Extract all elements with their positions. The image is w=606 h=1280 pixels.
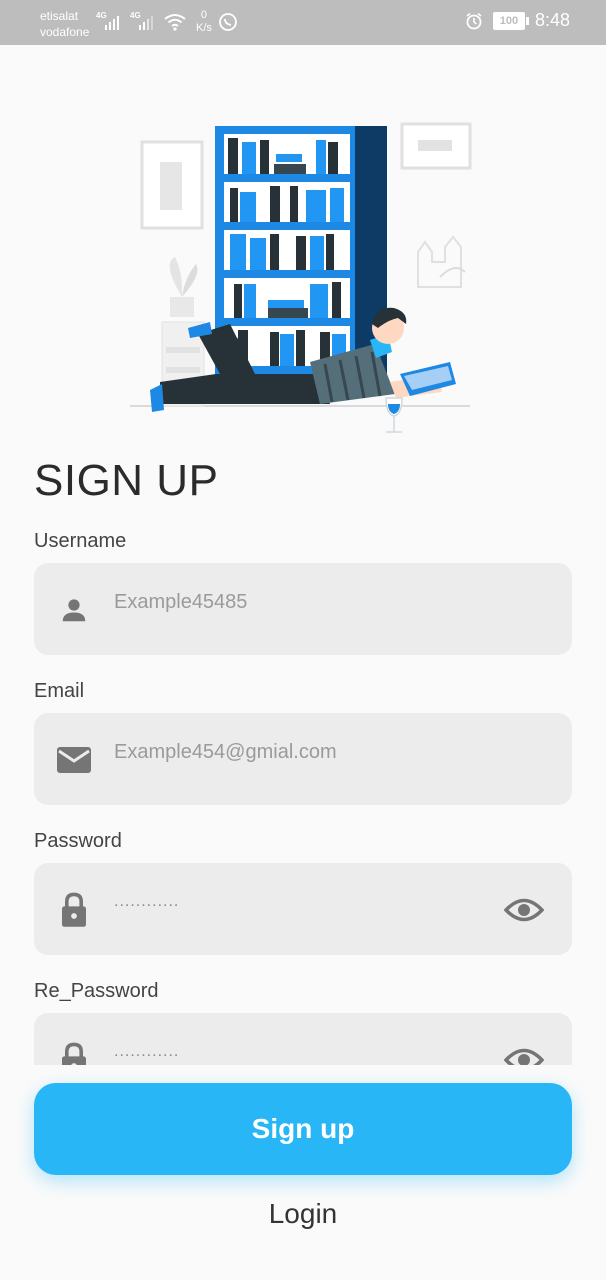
- network-indicators: 4G 4G 0 K/s: [96, 8, 238, 36]
- signup-button[interactable]: Sign up: [34, 1083, 572, 1175]
- wifi-icon: [164, 14, 186, 31]
- re-password-value: ............: [114, 1043, 180, 1060]
- password-label: Password: [34, 830, 122, 852]
- clock: 8:48: [534, 10, 570, 30]
- carrier-2: vodafone: [40, 25, 90, 39]
- mail-icon: [56, 743, 92, 777]
- network-speed: 0 K/s: [196, 9, 212, 35]
- scroll-clip: ............: [0, 1013, 606, 1065]
- lock-icon: [56, 1042, 92, 1065]
- login-link[interactable]: Login: [0, 1198, 606, 1230]
- password-field[interactable]: ............: [34, 863, 572, 955]
- email-field[interactable]: Example454@gmial.com: [34, 713, 572, 805]
- username-label: Username: [34, 530, 127, 552]
- battery-icon: 100: [492, 11, 529, 30]
- eye-icon[interactable]: [503, 895, 545, 925]
- re-password-field[interactable]: ............: [34, 1013, 572, 1065]
- speed-unit: K/s: [196, 22, 212, 34]
- carrier-names: etisalat vodafone: [40, 8, 89, 40]
- username-field[interactable]: Example45485: [34, 563, 572, 655]
- signal-icon: 4G: [96, 11, 124, 33]
- lock-icon: [56, 892, 92, 927]
- status-bar: etisalat vodafone 4G 4G 0 K/s 100 8:48: [0, 0, 606, 45]
- status-right: 100 8:48: [465, 10, 570, 31]
- username-placeholder: Example45485: [114, 591, 248, 613]
- signal-icon-2: 4G: [130, 11, 158, 33]
- whatsapp-icon: [219, 13, 237, 31]
- password-value: ............: [114, 893, 180, 910]
- page-title: SIGN UP: [34, 456, 219, 505]
- alarm-icon: [466, 12, 482, 29]
- email-placeholder: Example454@gmial.com: [114, 741, 337, 763]
- reading-illustration: [130, 122, 472, 433]
- eye-icon[interactable]: [503, 1045, 545, 1065]
- person-icon: [56, 593, 92, 627]
- re-password-label: Re_Password: [34, 980, 159, 1002]
- email-label: Email: [34, 680, 85, 702]
- speed-value: 0: [200, 9, 208, 21]
- carrier-1: etisalat: [40, 9, 79, 23]
